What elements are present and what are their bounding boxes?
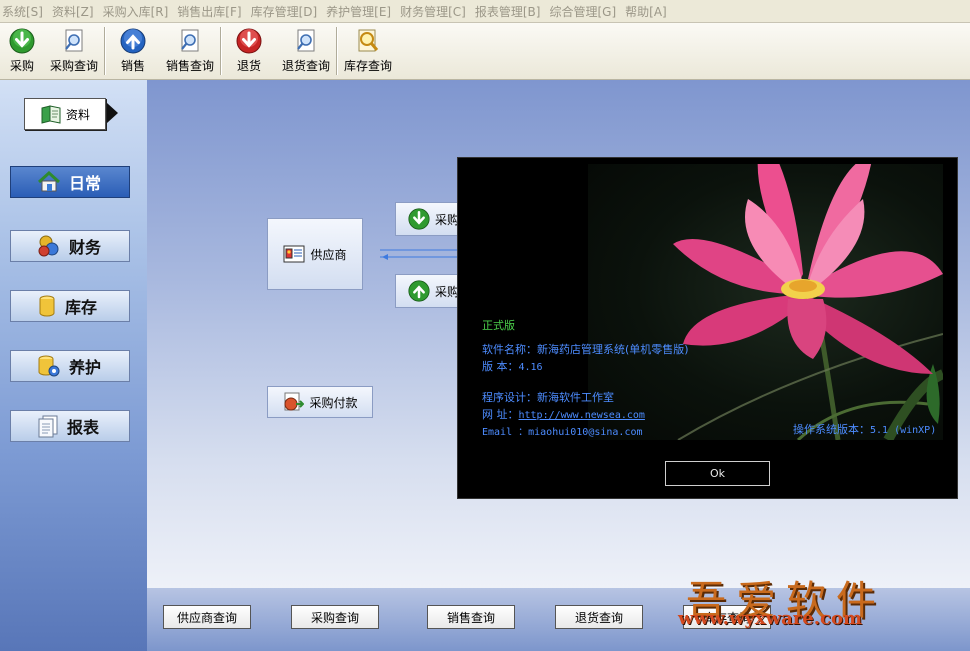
supplier-label: 供应商 bbox=[310, 247, 347, 262]
green-down-arrow-icon bbox=[9, 28, 35, 54]
stock-query-button[interactable]: 库存查询 bbox=[338, 23, 398, 79]
sidebar-item-maintenance[interactable]: 养护 bbox=[10, 350, 130, 382]
purchase-payment-button[interactable]: 采购付款 bbox=[267, 386, 373, 418]
website-label: 网 址： bbox=[482, 408, 519, 421]
sidebar-header-data[interactable]: 资料 bbox=[24, 98, 106, 130]
version-row: 版 本：4.16 bbox=[482, 358, 543, 374]
supplier-query-button[interactable]: 供应商查询 bbox=[163, 605, 251, 629]
home-icon bbox=[37, 171, 61, 192]
toolbar: 采购 采购查询 销售 销售查询 退货 退货查询 库存查询 bbox=[0, 23, 970, 80]
database-icon bbox=[39, 295, 55, 317]
email-value: miaohui010@sina.com bbox=[528, 427, 643, 438]
sidebar-item-label: 养护 bbox=[69, 358, 102, 377]
sidebar-item-label: 库存 bbox=[65, 298, 98, 317]
book-icon bbox=[41, 105, 61, 124]
magnifier-icon bbox=[358, 29, 379, 52]
purchase-out-label: 采购 bbox=[435, 284, 460, 299]
return-query-button[interactable]: 退货查询 bbox=[276, 23, 336, 79]
email-label: Email ： bbox=[482, 427, 529, 438]
sales-label: 销售 bbox=[120, 59, 145, 73]
menu-bar: 系统[S] 资料[Z] 采购入库[R] 销售出库[F] 库存管理[D] 养护管理… bbox=[0, 0, 970, 23]
software-name-row: 软件名称：新海药店管理系统(单机零售版) bbox=[482, 341, 689, 357]
sidebar-item-stock[interactable]: 库存 bbox=[10, 290, 130, 322]
sidebar-item-label: 日常 bbox=[69, 174, 102, 193]
purchase-in-label: 采购 bbox=[435, 212, 460, 227]
menu-system[interactable]: 系统[S] bbox=[0, 3, 50, 20]
designer-row: 程序设计：新海软件工作室 bbox=[482, 389, 614, 405]
menu-reports[interactable]: 报表管理[B] bbox=[473, 3, 548, 20]
sidebar-item-label: 财务 bbox=[69, 238, 102, 257]
designer-value: 新海软件工作室 bbox=[537, 391, 614, 404]
stock-query-label: 库存查询 bbox=[343, 59, 392, 73]
sidebar-item-daily[interactable]: 日常 bbox=[10, 166, 130, 198]
coins-icon bbox=[38, 235, 59, 257]
menu-finance[interactable]: 财务管理[C] bbox=[398, 3, 473, 20]
database-gear-icon bbox=[38, 355, 60, 377]
email-row: Email ：miaohui010@sina.com bbox=[482, 423, 643, 438]
lotus-flower-image bbox=[588, 164, 943, 440]
software-name-label: 软件名称： bbox=[482, 343, 537, 356]
return-button[interactable]: 退货 bbox=[222, 23, 276, 79]
document-search-icon bbox=[297, 29, 315, 52]
arrow-right-icon bbox=[107, 103, 118, 123]
menu-sales-out[interactable]: 销售出库[F] bbox=[175, 3, 248, 20]
flow-arrow-lines bbox=[380, 249, 460, 260]
menu-purchase-in[interactable]: 采购入库[R] bbox=[101, 3, 176, 20]
return-query-label: 退货查询 bbox=[281, 59, 330, 73]
document-search-icon bbox=[65, 29, 83, 52]
watermark-logo: 吾爱软件 www.wyxware.com bbox=[676, 568, 970, 651]
menu-stock[interactable]: 库存管理[D] bbox=[249, 3, 325, 20]
website-link[interactable]: http://www.newsea.com bbox=[519, 410, 645, 421]
os-version-label: 操作系统版本： bbox=[793, 423, 870, 436]
website-row: 网 址：http://www.newsea.com bbox=[482, 406, 645, 422]
id-card-icon bbox=[283, 245, 305, 263]
sales-button[interactable]: 销售 bbox=[106, 23, 160, 79]
lotus-flower-icon bbox=[673, 164, 943, 440]
purchase-query-bottom-button[interactable]: 采购查询 bbox=[291, 605, 379, 629]
menu-help[interactable]: 帮助[A] bbox=[623, 3, 674, 20]
red-down-arrow-icon bbox=[236, 28, 262, 54]
sidebar-item-finance[interactable]: 财务 bbox=[10, 230, 130, 262]
green-up-arrow-icon bbox=[408, 280, 430, 302]
ok-button[interactable]: Ok bbox=[665, 461, 770, 486]
sidebar-item-reports[interactable]: 报表 bbox=[10, 410, 130, 442]
sales-query-label: 销售查询 bbox=[165, 59, 214, 73]
green-down-arrow-icon bbox=[408, 208, 430, 230]
os-version-row: 操作系统版本：5.1 (winXP) bbox=[793, 421, 936, 437]
purchase-query-button[interactable]: 采购查询 bbox=[44, 23, 104, 79]
software-name-value: 新海药店管理系统(单机零售版) bbox=[537, 343, 689, 356]
designer-label: 程序设计： bbox=[482, 391, 537, 404]
watermark-url: www.wyxware.com bbox=[678, 608, 862, 629]
purchase-query-label: 采购查询 bbox=[49, 59, 98, 73]
sales-query-button[interactable]: 销售查询 bbox=[160, 23, 220, 79]
sidebar-item-label: 报表 bbox=[67, 418, 100, 437]
os-version-value: 5.1 (winXP) bbox=[870, 425, 937, 436]
version-label: 版 本： bbox=[482, 360, 519, 373]
about-dialog: 正式版 软件名称：新海药店管理系统(单机零售版) 版 本：4.16 程序设计：新… bbox=[457, 157, 958, 499]
payment-icon bbox=[284, 392, 305, 411]
supplier-button[interactable]: 供应商 bbox=[267, 218, 363, 290]
sidebar: 资料 日常 财务 库存 养护 报表 bbox=[0, 80, 147, 651]
purchase-label: 采购 bbox=[9, 59, 34, 73]
return-query-bottom-button[interactable]: 退货查询 bbox=[555, 605, 643, 629]
version-value: 4.16 bbox=[518, 362, 543, 373]
documents-icon bbox=[38, 415, 58, 438]
sales-query-bottom-button[interactable]: 销售查询 bbox=[427, 605, 515, 629]
document-search-icon bbox=[181, 29, 199, 52]
sidebar-header-label: 资料 bbox=[65, 107, 90, 122]
menu-data[interactable]: 资料[Z] bbox=[50, 3, 101, 20]
purchase-payment-label: 采购付款 bbox=[309, 395, 358, 410]
menu-maintenance[interactable]: 养护管理[E] bbox=[324, 3, 398, 20]
return-label: 退货 bbox=[236, 59, 261, 73]
menu-general[interactable]: 综合管理[G] bbox=[547, 3, 623, 20]
edition-label: 正式版 bbox=[482, 319, 515, 332]
purchase-button[interactable]: 采购 bbox=[0, 23, 44, 79]
blue-up-arrow-icon bbox=[120, 28, 146, 54]
